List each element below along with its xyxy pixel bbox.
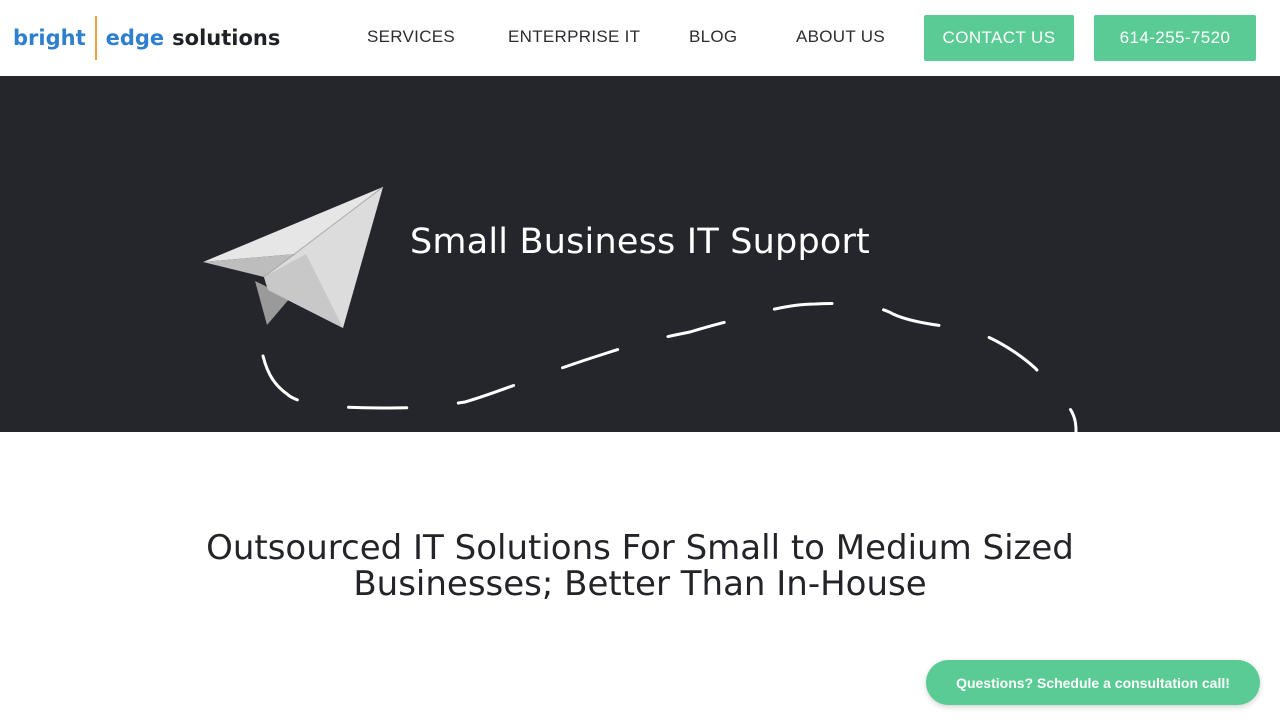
logo-word-solutions: solutions [172,26,281,50]
schedule-consultation-button[interactable]: Questions? Schedule a consultation call! [926,660,1260,705]
nav-enterprise-it-link[interactable]: ENTERPRISE IT [508,26,640,48]
phone-button[interactable]: 614-255-7520 [1094,15,1256,61]
hero-banner: Small Business IT Support [0,76,1280,432]
nav-services-link[interactable]: SERVICES [367,26,455,48]
logo-word-edge: edge [105,26,165,50]
logo-link[interactable]: bright edge solutions [13,16,280,60]
logo-divider [94,16,97,60]
nav-blog-link[interactable]: BLOG [689,26,737,48]
main-heading: Outsourced IT Solutions For Small to Med… [140,530,1140,602]
nav-about-us-link[interactable]: ABOUT US [796,26,885,48]
main-heading-line-1: Outsourced IT Solutions For Small to Med… [206,528,1074,568]
main-heading-line-2: Businesses; Better Than In-House [353,564,927,604]
site-header: bright edge solutions SERVICES ENTERPRIS… [0,0,1280,76]
contact-us-button[interactable]: CONTACT US [924,15,1074,61]
hero-title: Small Business IT Support [410,222,870,262]
logo-word-bright: bright [13,26,86,50]
flight-path-line [261,302,1078,432]
